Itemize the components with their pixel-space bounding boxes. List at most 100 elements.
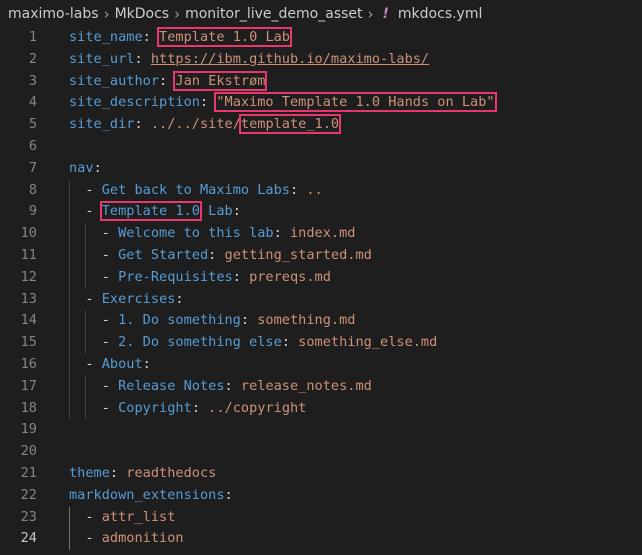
code-line[interactable]: 22 markdown_extensions: [0, 485, 642, 507]
code-line[interactable]: 2 site_url: https://ibm.github.io/maximo-… [0, 49, 642, 71]
line-content: theme: readthedocs [69, 463, 216, 485]
code-token: - [69, 225, 119, 242]
code-token: About [101, 355, 143, 372]
indent-guide [69, 506, 70, 551]
line-content: - Pre-Requisites: prereqs.md [69, 267, 331, 289]
code-line[interactable]: 3 site_author: Jan Ekstrøm [0, 70, 642, 93]
code-token: : [134, 116, 151, 133]
code-token: release_notes.md [240, 377, 372, 394]
code-editor[interactable]: 1 site_name: Template 1.0 Lab 2 site_url: h… [0, 27, 642, 551]
code-token: : [281, 334, 299, 351]
code-token: nav [69, 159, 94, 176]
code-token: Release Notes [118, 377, 225, 394]
chevron-right-icon: › [103, 5, 110, 23]
line-number: 11 [20, 246, 37, 263]
line-number: 13 [20, 290, 37, 307]
code-token: getting_started.md [224, 246, 372, 263]
line-content: site_url: https://ibm.github.io/maximo-l… [69, 49, 429, 71]
line-content: - Copyright: ../copyright [69, 398, 307, 420]
code-token: - [69, 312, 119, 329]
code-line[interactable]: 12 - Pre-Requisites: prereqs.md [0, 267, 642, 289]
line-number: 9 [28, 203, 37, 220]
code-line[interactable]: 7 nav: [0, 158, 642, 180]
highlighted-token: Template 1.0 Lab [157, 27, 292, 47]
code-token: Get Started [118, 246, 209, 263]
code-token: admonition [101, 530, 184, 547]
line-content: - Exercises: [69, 289, 184, 311]
code-line[interactable]: 20 [0, 441, 642, 463]
breadcrumb: maximo-labs › MkDocs › monitor_live_demo… [0, 0, 642, 28]
line-number: 3 [28, 72, 37, 89]
code-line[interactable]: 9 - Template 1.0 Lab: [0, 201, 642, 223]
code-line[interactable]: 13 - Exercises: [0, 289, 642, 311]
code-line[interactable]: 10 - Welcome to this lab: index.md [0, 223, 642, 245]
code-line[interactable]: 24 - admonition [0, 528, 642, 550]
code-token: - [69, 334, 119, 351]
code-token: something.md [257, 312, 356, 329]
code-line[interactable]: 4 site_description: "Maximo Template 1.0 … [0, 92, 642, 114]
code-token: site_name [69, 29, 143, 45]
line-content: - attr_list [69, 507, 175, 529]
code-token: : [290, 181, 307, 198]
code-line[interactable]: 14 - 1. Do something: something.md [0, 310, 642, 332]
code-line[interactable]: 6 [0, 136, 642, 158]
code-line[interactable]: 11 - Get Started: getting_started.md [0, 245, 642, 267]
breadcrumb-item-monitor-live-demo-asset[interactable]: monitor_live_demo_asset [185, 6, 362, 22]
line-number: 14 [20, 312, 37, 329]
code-line[interactable]: 5 site_dir: ../../site/template_1.0 [0, 114, 642, 136]
line-content: site_author: Jan Ekstrøm [69, 70, 268, 93]
chevron-right-icon: › [367, 5, 374, 23]
highlighted-token: template_1.0 [238, 114, 342, 135]
code-token: https://ibm.github.io/maximo-labs/ [150, 50, 430, 67]
line-content: site_dir: ../../site/template_1.0 [69, 114, 342, 136]
code-token: : [240, 312, 258, 329]
line-number: 4 [28, 94, 37, 111]
code-token: Copyright [118, 399, 192, 416]
code-token: - [69, 377, 119, 394]
line-number: 15 [20, 334, 37, 351]
line-content: - 1. Do something: something.md [69, 310, 356, 332]
line-number: 12 [20, 268, 37, 285]
code-token: : [232, 203, 241, 220]
code-token: : [208, 246, 225, 263]
yaml-file-icon: ! [382, 6, 389, 22]
code-token: : [142, 355, 151, 372]
line-content: markdown_extensions: [69, 485, 233, 507]
line-content: - admonition [69, 528, 184, 550]
line-content: nav: [69, 158, 102, 180]
line-number: 1 [28, 29, 37, 45]
highlighted-token: "Maximo Template 1.0 Hands on Lab" [214, 92, 497, 113]
code-line[interactable]: 19 [0, 419, 642, 441]
code-token: Get back to Maximo Labs [101, 181, 290, 198]
code-token: Exercises [101, 290, 176, 307]
line-number: 18 [20, 399, 37, 416]
breadcrumb-item-maximo-labs[interactable]: maximo-labs [8, 6, 99, 22]
code-line[interactable]: 23 - attr_list [0, 507, 642, 529]
line-number: 5 [28, 116, 37, 133]
code-line[interactable]: 8 - Get back to Maximo Labs: .. [0, 180, 642, 202]
line-content: - Template 1.0 Lab: [69, 201, 241, 223]
code-token: - [69, 246, 119, 263]
code-token: readthedocs [126, 464, 217, 481]
code-token: 2. Do something else [118, 334, 282, 351]
breadcrumb-item-file[interactable]: mkdocs.yml [398, 6, 482, 22]
code-line[interactable]: 21 theme: readthedocs [0, 463, 642, 485]
code-line[interactable]: 16 - About: [0, 354, 642, 376]
code-line[interactable]: 17 - Release Notes: release_notes.md [0, 376, 642, 398]
code-token: - [69, 181, 102, 198]
line-number: 19 [20, 421, 37, 438]
code-line[interactable]: 15 - 2. Do something else: something_els… [0, 332, 642, 354]
line-content: - Get Started: getting_started.md [69, 245, 372, 267]
code-line[interactable]: 1 site_name: Template 1.0 Lab [0, 27, 642, 49]
code-token: : [93, 159, 102, 176]
code-token: markdown_extensions [69, 486, 225, 503]
indent-guide [85, 223, 87, 289]
code-token: - [69, 399, 119, 416]
line-number: 22 [20, 486, 37, 503]
line-number: 10 [20, 225, 37, 242]
code-token: : [159, 72, 176, 89]
code-line[interactable]: 18 - Copyright: ../copyright [0, 398, 642, 420]
code-token: site_dir [69, 116, 135, 133]
code-token: : [175, 290, 184, 307]
breadcrumb-item-mkdocs[interactable]: MkDocs [115, 6, 170, 22]
